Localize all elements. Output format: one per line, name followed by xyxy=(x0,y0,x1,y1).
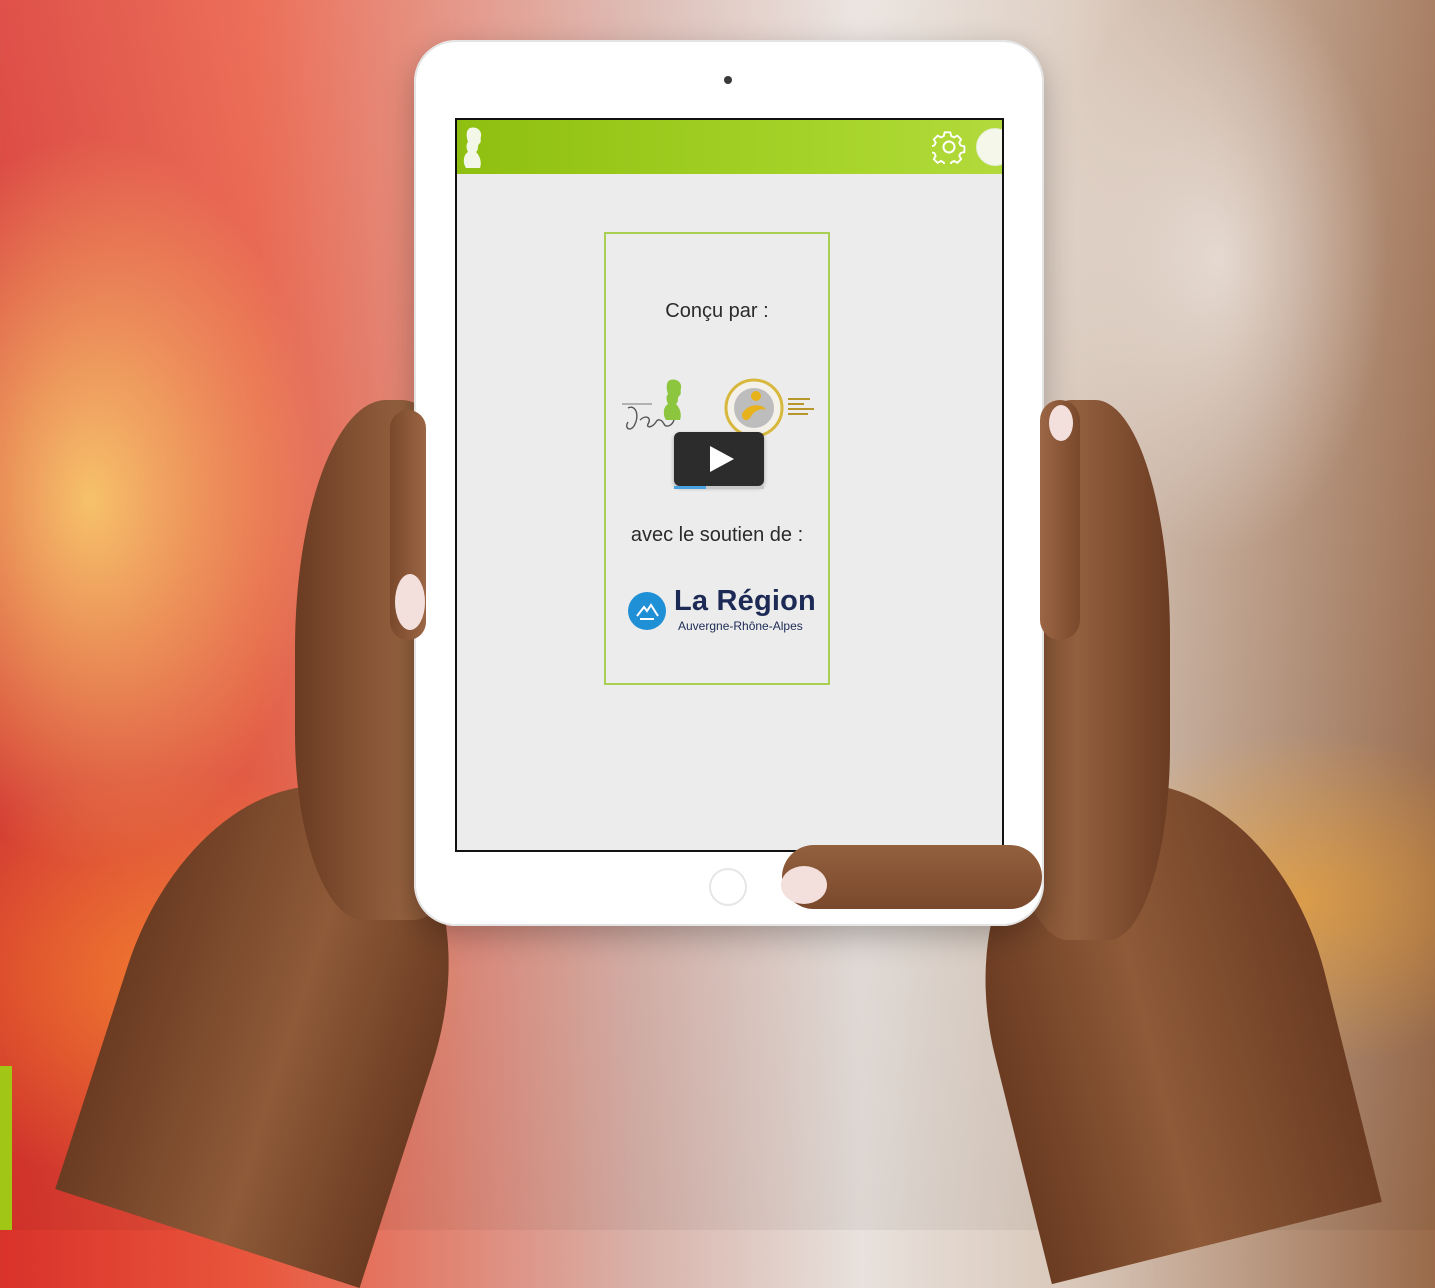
app-header xyxy=(457,120,1002,174)
app-screen: Conçu par : avec le soutien de : La Régi… xyxy=(455,118,1004,852)
right-thumbnail xyxy=(1049,405,1073,441)
home-button[interactable] xyxy=(709,868,747,906)
video-progress-fill xyxy=(674,486,706,489)
front-camera xyxy=(724,76,732,84)
region-title: La Région xyxy=(674,585,816,617)
left-thumbnail xyxy=(395,574,425,630)
support-label: avec le soutien de : xyxy=(630,524,804,546)
region-logo: La Région Auvergne-Rhône-Alpes xyxy=(628,585,818,635)
region-mountain-icon xyxy=(628,592,666,630)
video-progress-bar[interactable] xyxy=(674,486,764,489)
credits-card: Conçu par : avec le soutien de : La Régi… xyxy=(604,232,830,685)
video-play-button[interactable] xyxy=(674,432,764,486)
region-subtitle: Auvergne-Rhône-Alpes xyxy=(678,619,803,633)
designed-by-label: Conçu par : xyxy=(665,300,769,322)
voltaire-silhouette-icon[interactable] xyxy=(460,124,486,168)
accent-bar xyxy=(0,1066,12,1230)
finger-nail xyxy=(781,866,827,904)
profile-icon[interactable] xyxy=(976,128,1002,166)
gear-icon[interactable] xyxy=(932,130,966,164)
